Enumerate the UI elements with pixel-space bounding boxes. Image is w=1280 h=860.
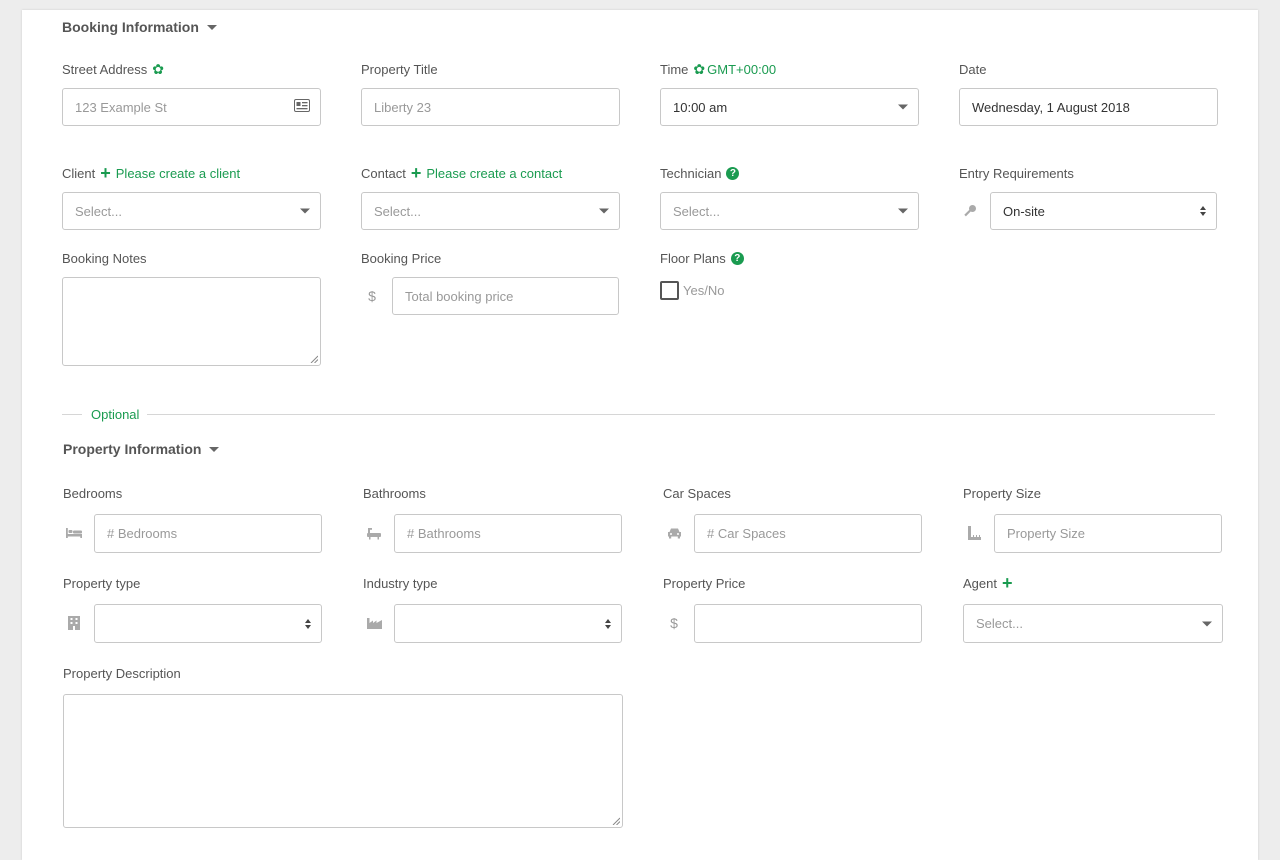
client-label: Client + Please create a client bbox=[62, 163, 241, 183]
chevron-down-icon bbox=[300, 208, 310, 214]
industry-icon bbox=[365, 614, 383, 632]
booking-form-card: Booking Information Street Address ✿ Pro… bbox=[22, 10, 1258, 860]
gear-icon[interactable]: ✿ bbox=[152, 62, 164, 76]
property-title-input[interactable]: Liberty 23 bbox=[361, 88, 620, 126]
key-icon bbox=[961, 202, 979, 220]
booking-info-toggle[interactable]: Booking Information bbox=[62, 19, 217, 35]
bedrooms-input[interactable]: # Bedrooms bbox=[94, 514, 322, 553]
floor-plans-checkbox-group[interactable]: Yes/No bbox=[660, 281, 724, 300]
booking-price-label: Booking Price bbox=[361, 251, 442, 266]
property-size-input[interactable]: Property Size bbox=[994, 514, 1222, 553]
ruler-icon bbox=[965, 524, 983, 542]
bathrooms-input[interactable]: # Bathrooms bbox=[394, 514, 622, 553]
divider-line-left bbox=[62, 414, 82, 415]
property-info-toggle[interactable]: Property Information bbox=[63, 441, 220, 457]
time-label: Time ✿ GMT+00:00 bbox=[660, 61, 777, 77]
booking-notes-label: Booking Notes bbox=[62, 251, 147, 266]
building-icon bbox=[65, 614, 83, 632]
contact-select[interactable]: Select... bbox=[361, 192, 620, 230]
updown-arrows-icon bbox=[605, 618, 611, 629]
create-contact-link[interactable]: Please create a contact bbox=[426, 166, 562, 181]
client-select[interactable]: Select... bbox=[62, 192, 321, 230]
caret-down-icon bbox=[206, 24, 217, 30]
property-title-label: Property Title bbox=[361, 62, 438, 77]
property-type-label: Property type bbox=[63, 576, 141, 591]
industry-type-label: Industry type bbox=[363, 576, 438, 591]
booking-notes-textarea[interactable] bbox=[62, 277, 321, 366]
date-label: Date bbox=[959, 62, 987, 77]
bed-icon bbox=[65, 524, 83, 542]
property-price-label: Property Price bbox=[663, 576, 746, 591]
booking-price-input[interactable]: Total booking price bbox=[392, 277, 619, 315]
gear-icon[interactable]: ✿ bbox=[693, 62, 705, 76]
chevron-down-icon bbox=[898, 208, 908, 214]
chevron-down-icon bbox=[1202, 621, 1212, 626]
floor-plans-label: Floor Plans ? bbox=[660, 251, 744, 266]
floor-plans-checkbox-label: Yes/No bbox=[683, 283, 725, 298]
plus-icon[interactable]: + bbox=[100, 164, 111, 182]
car-spaces-label: Car Spaces bbox=[663, 486, 731, 501]
car-spaces-input[interactable]: # Car Spaces bbox=[694, 514, 922, 553]
create-client-link[interactable]: Please create a client bbox=[116, 166, 240, 181]
bedrooms-label: Bedrooms bbox=[63, 486, 123, 501]
property-type-select[interactable] bbox=[94, 604, 322, 643]
help-icon[interactable]: ? bbox=[726, 167, 740, 180]
property-description-label: Property Description bbox=[63, 666, 181, 681]
property-description-textarea[interactable] bbox=[63, 694, 623, 828]
street-address-input[interactable]: 123 Example St bbox=[62, 88, 321, 126]
resize-handle-icon[interactable] bbox=[612, 817, 620, 825]
street-address-label: Street Address ✿ bbox=[62, 61, 165, 77]
time-select[interactable]: 10:00 am bbox=[660, 88, 919, 126]
caret-down-icon bbox=[209, 446, 220, 452]
bathrooms-label: Bathrooms bbox=[363, 486, 426, 501]
property-info-title: Property Information bbox=[63, 441, 202, 457]
divider-line-right bbox=[147, 414, 1215, 415]
entry-requirements-label: Entry Requirements bbox=[959, 166, 1074, 181]
dollar-icon: $ bbox=[368, 288, 376, 304]
booking-info-title: Booking Information bbox=[62, 19, 199, 35]
property-price-input[interactable] bbox=[694, 604, 922, 643]
optional-divider-label: Optional bbox=[91, 407, 140, 422]
floor-plans-checkbox[interactable] bbox=[660, 281, 679, 300]
agent-label: Agent + bbox=[963, 573, 1013, 593]
address-card-icon[interactable] bbox=[294, 99, 310, 115]
plus-icon[interactable]: + bbox=[1002, 574, 1013, 592]
resize-handle-icon[interactable] bbox=[310, 355, 318, 363]
industry-type-select[interactable] bbox=[394, 604, 622, 643]
agent-select[interactable]: Select... bbox=[963, 604, 1223, 643]
dollar-icon: $ bbox=[670, 615, 678, 631]
chevron-down-icon bbox=[599, 208, 609, 214]
contact-label: Contact + Please create a contact bbox=[361, 163, 563, 183]
date-input[interactable]: Wednesday, 1 August 2018 bbox=[959, 88, 1218, 126]
property-size-label: Property Size bbox=[963, 486, 1042, 501]
entry-requirements-select[interactable]: On-site bbox=[990, 192, 1217, 230]
car-icon bbox=[665, 524, 683, 542]
technician-label: Technician ? bbox=[660, 166, 740, 181]
updown-arrows-icon bbox=[1200, 206, 1206, 216]
bath-icon bbox=[365, 524, 383, 542]
updown-arrows-icon bbox=[305, 618, 311, 629]
chevron-down-icon bbox=[898, 104, 908, 110]
plus-icon[interactable]: + bbox=[411, 164, 422, 182]
technician-select[interactable]: Select... bbox=[660, 192, 919, 230]
timezone-link[interactable]: GMT+00:00 bbox=[707, 62, 776, 77]
help-icon[interactable]: ? bbox=[730, 252, 744, 265]
